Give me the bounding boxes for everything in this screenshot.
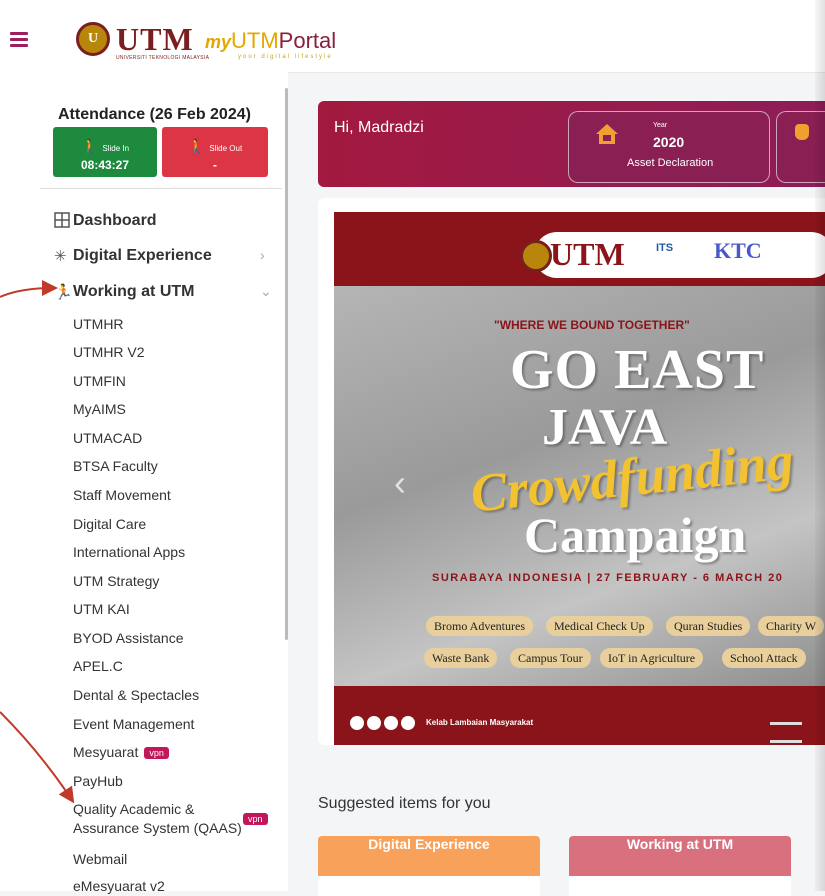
banner-footer-text: Kelab Lambaian Masyarakat (426, 718, 534, 728)
banner-chip: Bromo Adventures (426, 616, 533, 636)
sub-item-qaas-line1[interactable]: Quality Academic & (73, 801, 194, 817)
utm-seal-icon: U (76, 22, 110, 56)
sub-item-staff-movement[interactable]: Staff Movement (73, 487, 171, 503)
slide-out-time: - (213, 158, 217, 172)
sub-item-event-management[interactable]: Event Management (73, 716, 194, 732)
suggested-title: Suggested items for you (318, 795, 491, 812)
sub-item-digital-care[interactable]: Digital Care (73, 516, 146, 532)
suggested-card-digital-experience[interactable]: Digital Experience (318, 836, 540, 896)
banner-chip: Campus Tour (510, 648, 591, 668)
greeting-text: Hi, Madradzi (334, 119, 424, 136)
sub-item-apelc[interactable]: APEL.C (73, 658, 123, 674)
instagram-icon (384, 715, 398, 730)
sub-item-utm-kai[interactable]: UTM KAI (73, 601, 130, 617)
youtube-icon (401, 715, 415, 730)
attendance-title: Attendance (26 Feb 2024) (58, 106, 251, 123)
sub-item-dental-spectacles[interactable]: Dental & Spectacles (73, 687, 199, 703)
carousel-prev-icon[interactable]: ‹ (394, 462, 406, 504)
sub-item-mesyuarat[interactable]: Mesyuarat vpn (73, 744, 169, 760)
sub-item-qaas-line2[interactable]: Assurance System (QAAS) (73, 820, 242, 836)
sub-item-international-apps[interactable]: International Apps (73, 544, 185, 560)
walking-person-icon: 🚶 (80, 138, 99, 154)
banner-chip: IoT in Agriculture (600, 648, 704, 668)
carousel-dot[interactable] (770, 740, 802, 743)
banner-social-row: Kelab Lambaian Masyarakat (350, 714, 533, 732)
slide-in-card: 🚶 Slide In 08:43:27 (53, 127, 157, 177)
asset-declaration-card[interactable]: Year 2020 Asset Declaration (568, 111, 770, 183)
asset-year-label: Year (653, 122, 668, 129)
banner-its-logo: ITS (656, 242, 674, 254)
chevron-right-icon[interactable]: › (260, 247, 265, 263)
banner-ktc-logo: KTC (714, 238, 762, 263)
banner-utm-logo: UTM (520, 236, 625, 273)
carousel-dot[interactable] (770, 722, 802, 725)
portal-tagline: your digital lifestyle (238, 54, 333, 60)
slide-out-card: 🚶 Slide Out - (162, 127, 268, 177)
sub-item-utmhr[interactable]: UTMHR (73, 316, 124, 332)
sidebar (0, 72, 288, 891)
right-edge-shadow (815, 0, 825, 891)
tooth-icon (795, 124, 809, 140)
sidebar-item-dashboard[interactable]: Dashboard (73, 212, 157, 230)
banner-chip: Medical Check Up (546, 616, 653, 636)
sidebar-scrollbar[interactable] (285, 88, 288, 640)
banner-tagline: "WHERE WE BOUND TOGETHER" (494, 318, 690, 332)
running-person-icon: 🏃 (54, 284, 73, 301)
card-header: Working at UTM (569, 836, 791, 876)
banner-chip: Waste Bank (424, 648, 498, 668)
dashboard-grid-icon (54, 212, 72, 232)
portal-rest: Portal (278, 28, 337, 53)
carousel-banner[interactable]: UTM ITS KTC "WHERE WE BOUND TOGETHER" GO… (334, 212, 825, 745)
vpn-badge: vpn (243, 813, 268, 825)
utm-logo-subtext: UNIVERSITI TEKNOLOGI MALAYSIA (116, 55, 210, 61)
banner-line1: GO EAST (510, 339, 765, 401)
sub-item-myaims[interactable]: MyAIMS (73, 401, 126, 417)
portal-utm: UTM (231, 28, 279, 53)
banner-line4: Campaign (524, 507, 747, 563)
suggested-card-working-at-utm[interactable]: Working at UTM (569, 836, 791, 896)
tiktok-icon (350, 715, 364, 730)
sidebar-item-digital-experience[interactable]: Digital Experience (73, 247, 212, 265)
mesyuarat-label: Mesyuarat (73, 744, 139, 760)
slide-in-time: 08:43:27 (80, 158, 130, 172)
portal-my: my (205, 32, 232, 52)
sub-item-payhub[interactable]: PayHub (73, 773, 123, 789)
facebook-icon (367, 715, 381, 730)
sub-item-utm-strategy[interactable]: UTM Strategy (73, 573, 159, 589)
banner-chip: Quran Studies (666, 616, 751, 636)
house-icon (596, 124, 618, 144)
asset-year: 2020 (653, 134, 685, 150)
utm-seal-icon (520, 240, 552, 272)
slide-in-label: Slide In (102, 144, 130, 153)
vpn-badge: vpn (144, 747, 169, 760)
banner-location: SURABAYA INDONESIA | 27 FEBRUARY - 6 MAR… (432, 572, 784, 584)
walking-person-icon: 🚶 (187, 138, 206, 154)
asset-declaration-label: Asset Declaration (627, 157, 714, 169)
card-header: Digital Experience (318, 836, 540, 876)
sub-item-btsa-faculty[interactable]: BTSA Faculty (73, 458, 158, 474)
slide-out-label: Slide Out (209, 144, 243, 153)
sub-item-webmail[interactable]: Webmail (73, 851, 127, 867)
sub-item-emesyuarat-v2[interactable]: eMesyuarat v2 (73, 878, 165, 894)
chevron-down-icon[interactable]: ⌄ (260, 283, 272, 300)
sub-item-utmhr-v2[interactable]: UTMHR V2 (73, 344, 145, 360)
sparkle-icon: ✳ (54, 248, 67, 265)
top-bar: U UTM UNIVERSITI TEKNOLOGI MALAYSIA myUT… (0, 0, 825, 73)
utm-logo-text[interactable]: UTM (116, 21, 194, 58)
banner-chip: School Attack (722, 648, 806, 668)
menu-icon[interactable] (10, 32, 28, 50)
sub-item-utmfin[interactable]: UTMFIN (73, 373, 126, 389)
sub-item-utmacad[interactable]: UTMACAD (73, 430, 142, 446)
sidebar-divider (40, 188, 282, 189)
sub-item-byod-assistance[interactable]: BYOD Assistance (73, 630, 184, 646)
myutm-portal-logo[interactable]: myUTMPortal (205, 28, 336, 54)
sidebar-item-working-at-utm[interactable]: Working at UTM (73, 283, 194, 301)
banner-utm-text: UTM (550, 236, 625, 272)
